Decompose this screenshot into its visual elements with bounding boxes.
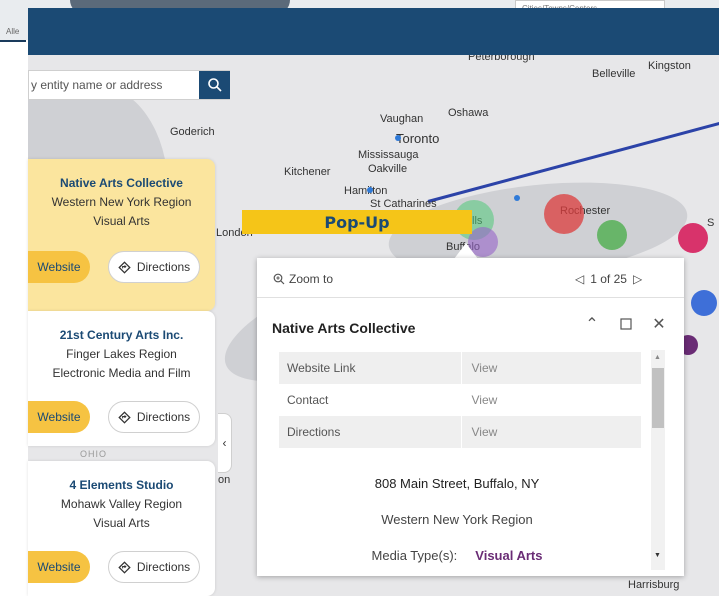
card-title: 21st Century Arts Inc. (59, 328, 184, 342)
zoom-to-label: Zoom to (289, 272, 334, 286)
directions-label: Directions (136, 410, 191, 424)
map-state-label: OHIO (80, 449, 108, 459)
popup-annotation-label: Pop-Up (242, 210, 472, 234)
website-button[interactable]: Website (28, 401, 90, 433)
popup-media-type: Media Type(s): Visual Arts (257, 548, 657, 563)
map-city-label: Vaughan (380, 113, 424, 125)
background-frame (0, 40, 28, 596)
pager-text: 1 of 25 (590, 272, 627, 286)
directions-button[interactable]: Directions (108, 401, 200, 433)
map-point-marker[interactable] (367, 187, 373, 193)
map-city-label: St Catharines (370, 198, 437, 210)
map-city-label: Mississauga (358, 149, 419, 161)
card-region: Finger Lakes Region (66, 347, 177, 361)
map-city-label: Belleville (592, 68, 636, 80)
field-name: Contact (279, 384, 461, 416)
card-media-type: Visual Arts (93, 214, 150, 228)
scroll-down-icon[interactable]: ▼ (654, 552, 661, 559)
collapse-panel-button[interactable]: ‹ (218, 413, 232, 473)
card-region: Western New York Region (51, 195, 192, 209)
field-value-link[interactable]: View (460, 416, 641, 448)
directions-button[interactable]: Directions (108, 551, 200, 583)
search-input[interactable] (29, 71, 199, 99)
table-row: Directions View (279, 416, 641, 448)
popup-attribute-table: Website Link View Contact View Direction… (279, 352, 641, 448)
map-city-label: S (707, 217, 715, 229)
popup-address: 808 Main Street, Buffalo, NY (374, 476, 540, 491)
app-header (28, 8, 719, 55)
collapse-icon[interactable]: ⌃ (582, 314, 602, 334)
app-root: Cities/Towns/Centers Alle Peterborough B… (0, 0, 719, 596)
map-city-label: Kitchener (284, 166, 331, 178)
scrollbar-thumb[interactable] (652, 368, 664, 428)
popup-toolbar: Zoom to ◁ 1 of 25 ▷ (257, 258, 684, 298)
card-title: 4 Elements Studio (69, 478, 174, 492)
map-city-label: Toronto (396, 131, 440, 146)
table-row: Website Link View (279, 352, 641, 384)
search-bar (28, 70, 230, 100)
website-button[interactable]: Website (28, 251, 90, 283)
map-cluster-marker[interactable] (597, 220, 627, 250)
popup-pager: ◁ 1 of 25 ▷ (575, 272, 642, 286)
map-point-marker[interactable] (514, 195, 520, 201)
directions-icon (118, 260, 131, 274)
search-icon (207, 78, 222, 92)
popup-region: Western New York Region (381, 512, 533, 527)
scroll-up-icon[interactable]: ▲ (654, 354, 661, 361)
website-button[interactable]: Website (28, 551, 90, 583)
map-cluster-marker[interactable] (544, 194, 584, 234)
media-type-value: Visual Arts (475, 548, 543, 563)
card-media-type: Visual Arts (93, 516, 150, 530)
directions-icon (118, 410, 131, 424)
zoom-to-button[interactable]: Zoom to (273, 272, 333, 286)
maximize-icon[interactable] (616, 314, 636, 334)
directions-icon (118, 560, 131, 574)
directions-label: Directions (136, 260, 191, 274)
card-media-type: Electronic Media and Film (52, 366, 191, 380)
map-city-label: Peterborough (468, 55, 535, 63)
background-label: Alle (6, 27, 20, 36)
popup-pointer (454, 243, 478, 259)
background-frame-line (0, 40, 26, 42)
map-city-label: Hamilton (344, 185, 388, 197)
popup-scrollbar[interactable]: ▲ ▼ (651, 350, 665, 570)
next-arrow-icon[interactable]: ▷ (633, 272, 642, 286)
map-cluster-marker[interactable] (691, 290, 717, 316)
field-value-link[interactable]: View (460, 352, 641, 384)
field-name: Directions (279, 416, 461, 448)
zoom-icon (273, 273, 285, 285)
map-cluster-marker[interactable] (678, 223, 708, 253)
map-point-marker[interactable] (395, 135, 401, 141)
prev-arrow-icon[interactable]: ◁ (575, 272, 584, 286)
search-button[interactable] (199, 71, 230, 99)
table-row: Contact View (279, 384, 641, 416)
collapse-panel-icon: ‹ (222, 436, 227, 450)
field-value-link[interactable]: View (460, 384, 641, 416)
media-type-label: Media Type(s): (371, 548, 458, 563)
feature-popup: Zoom to ◁ 1 of 25 ▷ Native Arts Collecti… (257, 258, 684, 576)
map-city-label: Oshawa (448, 107, 489, 119)
result-card[interactable]: 21st Century Arts Inc. Finger Lakes Regi… (28, 311, 215, 446)
map-city-label: Harrisburg (628, 579, 680, 591)
card-title: Native Arts Collective (60, 176, 183, 190)
card-region: Mohawk Valley Region (60, 497, 183, 511)
result-card[interactable]: 4 Elements Studio Mohawk Valley Region V… (28, 461, 215, 596)
field-name: Website Link (279, 352, 461, 384)
directions-label: Directions (136, 560, 191, 574)
close-icon[interactable]: ✕ (649, 314, 669, 334)
popup-title: Native Arts Collective (272, 320, 416, 336)
map-city-label: Kingston (648, 60, 691, 72)
map-city-label: Oakville (368, 163, 408, 175)
directions-button[interactable]: Directions (108, 251, 200, 283)
map-city-label: on (218, 474, 231, 486)
map-city-label: Goderich (170, 126, 215, 138)
result-card-active[interactable]: Native Arts Collective Western New York … (28, 159, 215, 311)
